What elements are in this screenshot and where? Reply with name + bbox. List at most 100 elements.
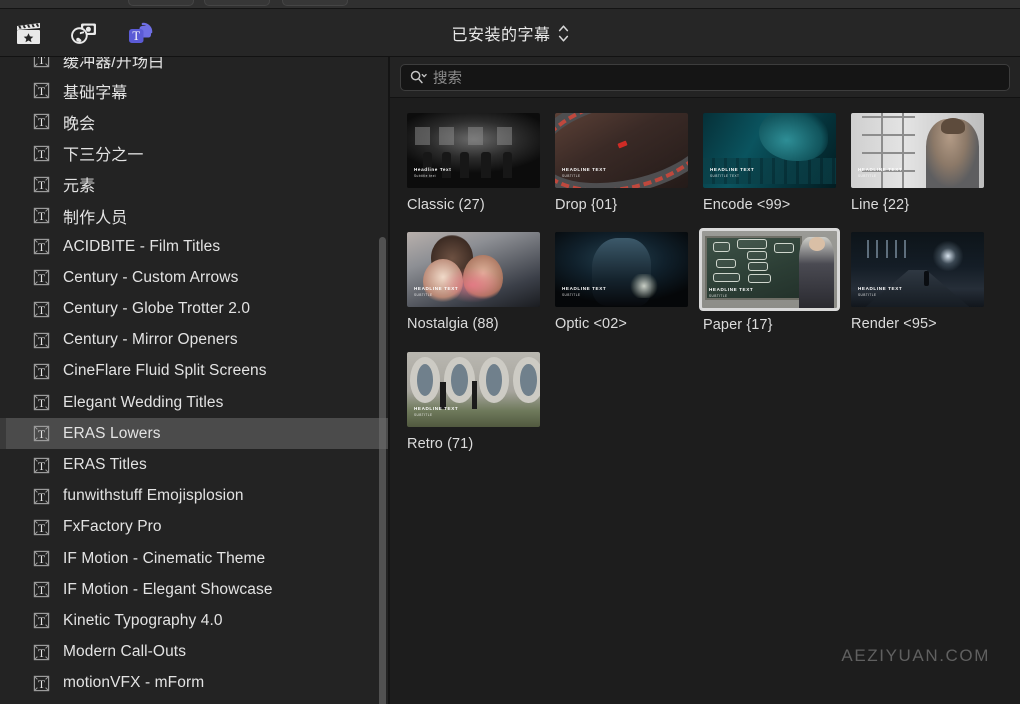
thumbnail-headline: HEADLINE TEXT <box>414 285 459 291</box>
search-input[interactable]: 搜索 <box>400 63 1010 91</box>
thumbnail-preview-image: Headline Text Subtitle text <box>407 113 540 188</box>
title-thumbnail[interactable]: HEADLINE TEXT SUBTITLE <box>555 232 688 307</box>
sidebar-item[interactable]: TmotionVFX - mForm <box>0 668 388 699</box>
sidebar-item[interactable]: T 制作人员 <box>0 200 388 231</box>
title-T-icon: T <box>33 238 50 255</box>
sidebar-item-label: Century - Mirror Openers <box>63 331 238 349</box>
browser-toolbar: T 已安装的字幕 <box>0 9 1020 57</box>
thumbnail-headline-overlay: HEADLINE TEXT SUBTITLE <box>414 286 458 298</box>
clipped-toolbar-button-1[interactable] <box>128 0 194 6</box>
svg-text:T: T <box>38 336 45 348</box>
sidebar-item[interactable]: T FxFactory Pro <box>0 512 388 543</box>
thumbnail-headline: HEADLINE TEXT <box>858 285 903 291</box>
sidebar-item-label: IF Motion - Elegant Showcase <box>63 580 273 598</box>
title-grid-item[interactable]: HEADLINE TEXT SUBTITLE Render <95> <box>851 232 999 333</box>
svg-text:T: T <box>38 492 45 504</box>
title-T-icon: T <box>33 644 50 661</box>
thumbnail-subline: SUBTITLE <box>562 292 581 297</box>
thumbnail-subline: Subtitle text <box>414 173 436 178</box>
thumbnail-headline: HEADLINE TEXT <box>710 166 755 172</box>
thumbnail-preview-image: HEADLINE TEXT SUBTITLE <box>702 231 837 308</box>
sidebar-item-label: Century - Globe Trotter 2.0 <box>63 300 251 318</box>
title-grid-item[interactable]: HEADLINE TEXT SUBTITLE TEXT Encode <99> <box>703 113 851 213</box>
media-clapperboard-icon[interactable] <box>10 15 46 51</box>
sidebar-item[interactable]: T 晚会 <box>0 106 388 137</box>
title-item-label: Line {22} <box>851 197 910 213</box>
thumbnail-headline-overlay: HEADLINE TEXT SUBTITLE TEXT <box>710 167 754 179</box>
svg-text:T: T <box>38 273 45 285</box>
sidebar-item[interactable]: T Kinetic Typography 4.0 <box>0 605 388 636</box>
title-T-icon: T <box>33 581 50 598</box>
category-list: T 缓冲器/开场白 T 基础字幕 T 晚会 T 下三分之一 T 元素 T 制作人员 T ACIDBITE … <box>0 57 388 699</box>
thumbnail-headline-overlay: HEADLINE TEXT SUBTITLE <box>858 167 902 179</box>
search-bar: 搜索 <box>390 57 1020 98</box>
title-thumbnail[interactable]: HEADLINE TEXT SUBTITLE <box>851 232 984 307</box>
title-grid-item[interactable]: HEADLINE TEXT SUBTITLE Retro (71) <box>407 352 555 452</box>
titles-grid: Headline Text Subtitle text Classic (27) HE… <box>390 99 1020 704</box>
sidebar-item[interactable]: T 下三分之一 <box>0 138 388 169</box>
title-grid-item[interactable]: HEADLINE TEXT SUBTITLE Paper {17} <box>699 228 851 333</box>
titles-browser-panel: 搜索 Headline Text Subtitle text Classic (27… <box>390 57 1020 704</box>
thumbnail-preview-image: HEADLINE TEXT SUBTITLE <box>407 352 540 427</box>
sidebar-item[interactable]: T Modern Call-Outs <box>0 637 388 668</box>
title-thumbnail[interactable]: HEADLINE TEXT SUBTITLE <box>851 113 984 188</box>
audio-photos-icon[interactable] <box>66 15 102 51</box>
top-edge-strip <box>0 0 1020 10</box>
title-thumbnail[interactable]: HEADLINE TEXT SUBTITLE <box>555 113 688 188</box>
sidebar-item[interactable]: T 基础字幕 <box>0 75 388 106</box>
sidebar-scrollbar[interactable] <box>379 237 386 704</box>
effects-category-sidebar[interactable]: T 缓冲器/开场白 T 基础字幕 T 晚会 T 下三分之一 T 元素 T 制作人员 T ACIDBITE … <box>0 57 388 704</box>
title-grid-item[interactable]: HEADLINE TEXT SUBTITLE Nostalgia (88) <box>407 232 555 333</box>
thumbnail-headline-overlay: Headline Text Subtitle text <box>414 167 451 179</box>
title-T-icon: T <box>33 394 50 411</box>
sidebar-item[interactable]: T ERAS Lowers <box>0 418 388 450</box>
titles-generators-icon[interactable]: T <box>122 15 158 51</box>
title-thumbnail[interactable]: Headline Text Subtitle text <box>407 113 540 188</box>
watermark-text: AEZIYUAN.COM <box>841 646 990 665</box>
title-T-icon: T <box>33 301 50 318</box>
sidebar-item-label: 基础字幕 <box>63 84 128 102</box>
clipped-toolbar-button-3[interactable] <box>282 0 348 6</box>
chevron-up-down-icon <box>558 24 568 42</box>
thumbnail-headline: Headline Text <box>414 166 452 172</box>
svg-text:T: T <box>38 211 45 223</box>
title-T-icon: T <box>33 612 50 629</box>
sidebar-item[interactable]: T Century - Custom Arrows <box>0 262 388 293</box>
sidebar-item-label: 制作人员 <box>63 209 128 227</box>
title-thumbnail[interactable]: HEADLINE TEXT SUBTITLE <box>699 228 840 311</box>
sidebar-item[interactable]: T 缓冲器/开场白 <box>0 57 388 75</box>
sidebar-item[interactable]: T IF Motion - Elegant Showcase <box>0 574 388 605</box>
sidebar-item-label: CineFlare Fluid Split Screens <box>63 362 267 380</box>
title-grid-item[interactable]: Headline Text Subtitle text Classic (27) <box>407 113 555 213</box>
sidebar-item[interactable]: T ERAS Titles <box>0 449 388 480</box>
title-thumbnail[interactable]: HEADLINE TEXT SUBTITLE TEXT <box>703 113 836 188</box>
sidebar-item[interactable]: T 元素 <box>0 169 388 200</box>
sidebar-item-label: 缓冲器/开场白 <box>63 57 165 71</box>
title-thumbnail[interactable]: HEADLINE TEXT SUBTITLE <box>407 352 540 427</box>
sidebar-item[interactable]: T CineFlare Fluid Split Screens <box>0 356 388 387</box>
title-T-icon: T <box>33 550 50 567</box>
clipped-toolbar-button-2[interactable] <box>204 0 270 6</box>
browser-source-buttons: T <box>10 9 158 57</box>
svg-text:T: T <box>38 57 45 67</box>
title-grid-item[interactable]: HEADLINE TEXT SUBTITLE Optic <02> <box>555 232 703 333</box>
title-T-icon: T <box>33 57 50 68</box>
thumbnail-headline-overlay: HEADLINE TEXT SUBTITLE <box>562 167 606 179</box>
title-thumbnail[interactable]: HEADLINE TEXT SUBTITLE <box>407 232 540 307</box>
title-grid-item[interactable]: HEADLINE TEXT SUBTITLE Line {22} <box>851 113 999 213</box>
sidebar-item[interactable]: Tfunwithstuff Emojisplosion <box>0 481 388 512</box>
sidebar-item-label: 下三分之一 <box>63 147 144 165</box>
sidebar-item[interactable]: T Century - Globe Trotter 2.0 <box>0 294 388 325</box>
sidebar-item[interactable]: T Elegant Wedding Titles <box>0 387 388 418</box>
sidebar-item[interactable]: T IF Motion - Cinematic Theme <box>0 543 388 574</box>
title-T-icon: T <box>33 488 50 505</box>
sidebar-item-label: FxFactory Pro <box>63 518 162 536</box>
sidebar-item[interactable]: T Century - Mirror Openers <box>0 325 388 356</box>
app-window: T 已安装的字幕 T 缓冲器/开场白 T 基础字幕 T 晚会 T 下三分之一 T 元素 T 制作人员 T… <box>0 0 1020 704</box>
sidebar-item[interactable]: T ACIDBITE - Film Titles <box>0 231 388 262</box>
svg-text:T: T <box>38 242 45 254</box>
thumbnail-preview-image: HEADLINE TEXT SUBTITLE <box>851 113 984 188</box>
svg-text:T: T <box>38 461 45 473</box>
title-item-label: Optic <02> <box>555 316 627 332</box>
title-grid-item[interactable]: HEADLINE TEXT SUBTITLE Drop {01} <box>555 113 703 213</box>
